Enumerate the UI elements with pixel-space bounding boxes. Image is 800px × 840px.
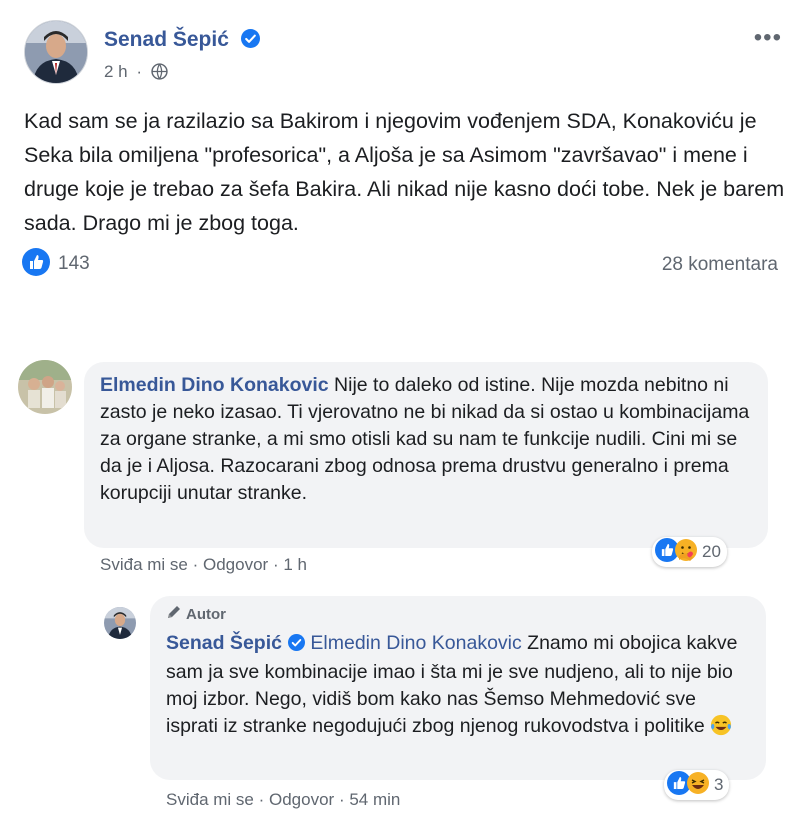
post-text: Kad sam se ja razilazio sa Bakirom i nje…: [24, 109, 785, 235]
reply-author-name[interactable]: Senad Šepić: [166, 632, 282, 654]
comment-bubble: Elmedin Dino Konakovic Nije to daleko od…: [84, 362, 768, 548]
post-meta: 2 h ·: [104, 62, 168, 85]
section-gap: [0, 300, 800, 342]
post-time[interactable]: 2 h: [104, 62, 128, 81]
reply-author-avatar-image: [104, 607, 136, 639]
tears-of-joy-emoji-icon: [710, 714, 732, 744]
mentioned-user-link[interactable]: Elmedin Dino Konakovic: [310, 632, 521, 654]
like-icon: [22, 247, 50, 281]
haha-icon: [686, 771, 710, 800]
post-author-name[interactable]: Senad Šepić: [104, 28, 260, 54]
post-card: Senad Šepić 2 h · ••• Kad sam se ja razi…: [0, 0, 800, 301]
like-reply-button[interactable]: Sviđa mi se: [166, 790, 254, 809]
post-reactions[interactable]: 143: [22, 247, 90, 281]
reply-time[interactable]: 54 min: [349, 790, 400, 809]
comments-count-link[interactable]: 28 komentara: [662, 254, 778, 276]
globe-icon: [151, 63, 168, 85]
comment-author-name[interactable]: Elmedin Dino Konakovic: [100, 374, 329, 396]
comment-actions: Sviđa mi se · Odgovor · 1 h: [100, 555, 307, 574]
like-comment-button[interactable]: Sviđa mi se: [100, 555, 188, 574]
author-avatar[interactable]: [24, 20, 88, 84]
reply-comment-button[interactable]: Odgovor: [203, 555, 268, 574]
author-badge: Autor: [166, 604, 226, 624]
author-avatar-image: [25, 21, 87, 83]
more-options-button[interactable]: •••: [754, 24, 782, 52]
author-badge-label: Autor: [186, 605, 226, 623]
post-reactions-count: 143: [58, 253, 90, 274]
reply-reply-button[interactable]: Odgovor: [269, 790, 334, 809]
reply-bubble: Autor Senad Šepić Elmedin Dino Konakovic…: [150, 596, 766, 780]
commenter-avatar[interactable]: [18, 360, 72, 414]
comment-reactions-count: 20: [702, 542, 721, 561]
comment-time[interactable]: 1 h: [283, 555, 307, 574]
commenter-avatar-image: [18, 360, 72, 414]
reply-author-avatar[interactable]: [104, 607, 136, 639]
comment-reactions[interactable]: 20: [652, 537, 727, 567]
pencil-icon: [166, 604, 182, 624]
reply-reactions-count: 3: [714, 775, 724, 794]
reply-author-label: Senad Šepić: [166, 632, 282, 654]
care-icon: [674, 538, 698, 567]
reply-reactions[interactable]: 3: [664, 770, 730, 800]
verified-badge-icon: [287, 632, 305, 659]
reply-actions: Sviđa mi se · Odgovor · 54 min: [166, 790, 401, 809]
post-author-label: Senad Šepić: [104, 28, 229, 51]
verified-badge-icon: [240, 29, 260, 54]
